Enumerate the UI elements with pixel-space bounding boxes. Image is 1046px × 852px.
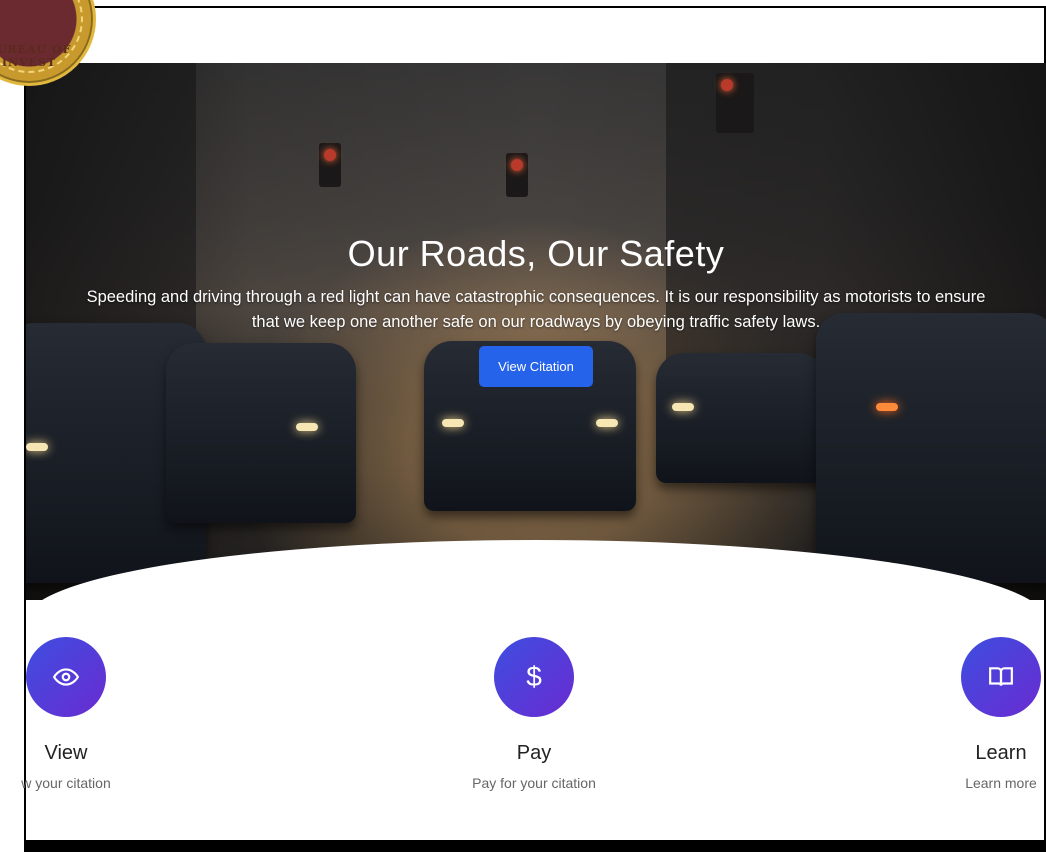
traffic-light (506, 153, 528, 197)
book-icon[interactable] (961, 637, 1041, 717)
seal-text: BUREAU OF INVEST (0, 43, 72, 69)
feature-title: Learn (975, 742, 1027, 764)
traffic-light (319, 143, 341, 187)
feature-description: w your citation (21, 775, 111, 791)
hero-content: Our Roads, Our Safety Speeding and drivi… (26, 233, 1046, 387)
footer-bar (26, 840, 1046, 852)
hero-description: Speeding and driving through a red light… (86, 288, 986, 331)
feature-description: Pay for your citation (472, 775, 596, 791)
traffic-light (716, 73, 754, 133)
feature-view[interactable]: View w your citation (0, 620, 176, 791)
hero-banner: Our Roads, Our Safety Speeding and drivi… (26, 63, 1046, 600)
features-section: View w your citation $ Pay Pay for your … (21, 620, 1046, 820)
feature-pay[interactable]: $ Pay Pay for your citation (424, 620, 644, 791)
hero-title: Our Roads, Our Safety (347, 233, 725, 274)
eye-icon[interactable] (26, 637, 106, 717)
dollar-icon[interactable]: $ (494, 637, 574, 717)
feature-title: View (44, 742, 88, 764)
feature-description: Learn more (965, 775, 1037, 791)
feature-title: Pay (516, 742, 552, 764)
feature-learn[interactable]: Learn Learn more (891, 620, 1046, 791)
view-citation-button[interactable]: View Citation (479, 346, 593, 387)
